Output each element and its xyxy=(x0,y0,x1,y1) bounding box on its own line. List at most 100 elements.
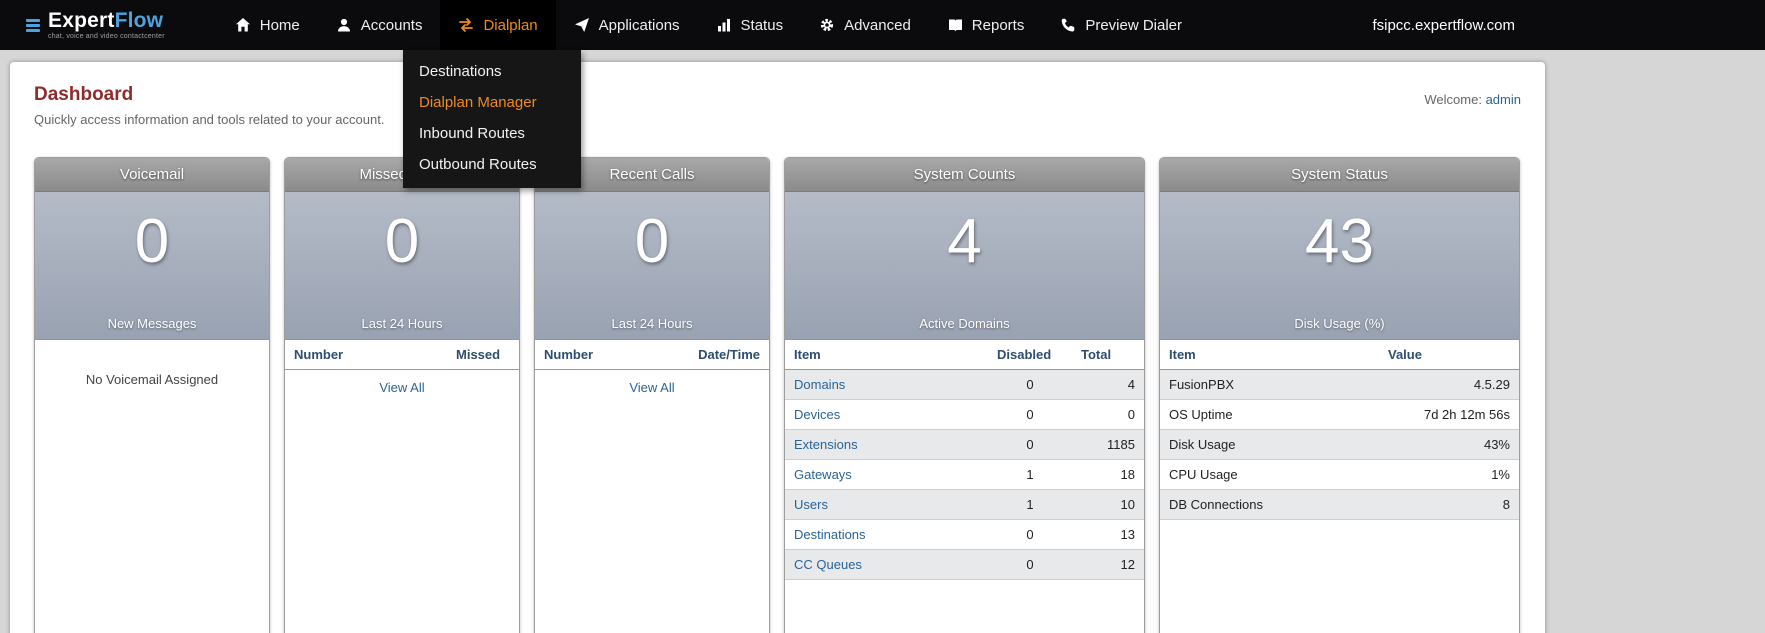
view-all-row: View All xyxy=(535,370,769,406)
welcome-user-link[interactable]: admin xyxy=(1486,92,1521,107)
stat-label: Disk Usage (%) xyxy=(1294,316,1385,331)
stat-label: New Messages xyxy=(107,316,197,331)
system-counts-table: Item Disabled Total Domains 0 4 Devices … xyxy=(785,340,1144,580)
nav-item-preview-dialer[interactable]: Preview Dialer xyxy=(1042,0,1200,50)
voicemail-stat: 0 New Messages xyxy=(35,192,269,340)
table-row: DB Connections 8 xyxy=(1160,489,1519,520)
logo-text: ExpertFlow chat, voice and video contact… xyxy=(48,10,165,40)
stat-label: Last 24 Hours xyxy=(611,316,693,331)
user-icon xyxy=(337,18,350,32)
system-counts-card: System Counts 4 Active Domains Item Disa… xyxy=(784,157,1145,633)
view-all-link[interactable]: View All xyxy=(379,380,424,395)
stat-label: Last 24 Hours xyxy=(361,316,443,331)
column-header-item: Item xyxy=(1160,340,1379,370)
menu-item-destinations[interactable]: Destinations xyxy=(403,56,581,87)
menu-item-inbound-routes[interactable]: Inbound Routes xyxy=(403,118,581,149)
table-row: Domains 0 4 xyxy=(785,369,1144,400)
missed-calls-stat: 0 Last 24 Hours xyxy=(285,192,519,340)
dashboard-panel: Dashboard Quickly access information and… xyxy=(10,62,1545,633)
view-all-link[interactable]: View All xyxy=(629,380,674,395)
table-row: Gateways 1 18 xyxy=(785,459,1144,490)
total-count: 10 xyxy=(1072,489,1144,520)
item-link-extensions[interactable]: Extensions xyxy=(794,437,858,452)
column-header-disabled: Disabled xyxy=(988,340,1072,370)
stat-number: 0 xyxy=(634,207,670,276)
column-header-total: Total xyxy=(1072,340,1144,370)
item-link-gateways[interactable]: Gateways xyxy=(794,467,852,482)
nav-item-label: Applications xyxy=(598,16,680,34)
item-link-domains[interactable]: Domains xyxy=(794,377,845,392)
voicemail-card: Voicemail 0 New Messages No Voicemail As… xyxy=(34,157,270,633)
view-all-row: View All xyxy=(285,370,519,406)
total-count: 4 xyxy=(1072,369,1144,400)
status-value: 7d 2h 12m 56s xyxy=(1379,399,1519,430)
total-count: 1185 xyxy=(1072,429,1144,460)
total-count: 18 xyxy=(1072,459,1144,490)
total-count: 12 xyxy=(1072,549,1144,580)
card-body: Item Disabled Total Domains 0 4 Devices … xyxy=(785,340,1144,580)
table-row: Disk Usage 43% xyxy=(1160,429,1519,460)
item-link-cc-queues[interactable]: CC Queues xyxy=(794,557,862,572)
logo-prefix: Expert xyxy=(48,9,115,32)
column-header-number: Number xyxy=(285,340,447,370)
logo-suffix: Flow xyxy=(114,9,164,32)
column-header-missed: Missed xyxy=(447,340,519,370)
item-link-devices[interactable]: Devices xyxy=(794,407,840,422)
nav-item-label: Reports xyxy=(971,16,1025,34)
home-icon xyxy=(235,18,250,32)
card-body: Number Missed View All xyxy=(285,340,519,406)
dialplan-arrows-icon xyxy=(459,18,474,32)
stat-label: Active Domains xyxy=(919,316,1010,331)
nav-item-applications[interactable]: Applications xyxy=(556,0,698,50)
table-row: Destinations 0 13 xyxy=(785,519,1144,550)
stat-number: 0 xyxy=(134,207,170,276)
disabled-count: 0 xyxy=(988,519,1072,550)
status-value: 4.5.29 xyxy=(1379,369,1519,400)
nav-item-advanced[interactable]: Advanced xyxy=(801,0,929,50)
recent-calls-card: Recent Calls 0 Last 24 Hours Number Date… xyxy=(534,157,770,633)
disabled-count: 1 xyxy=(988,459,1072,490)
dashboard-cards: Voicemail 0 New Messages No Voicemail As… xyxy=(34,157,1521,633)
menu-item-dialplan-manager[interactable]: Dialplan Manager xyxy=(403,87,581,118)
system-status-card: System Status 43 Disk Usage (%) Item Val… xyxy=(1159,157,1520,633)
disabled-count: 0 xyxy=(988,399,1072,430)
status-item: DB Connections xyxy=(1160,489,1379,520)
dialplan-dropdown-menu: Destinations Dialplan Manager Inbound Ro… xyxy=(403,50,581,188)
page-subtitle: Quickly access information and tools rel… xyxy=(34,112,385,127)
table-row: Users 1 10 xyxy=(785,489,1144,520)
table-row: CC Queues 0 12 xyxy=(785,549,1144,580)
nav-item-home[interactable]: Home xyxy=(217,0,318,50)
stat-number: 43 xyxy=(1305,207,1374,276)
table-row: OS Uptime 7d 2h 12m 56s xyxy=(1160,399,1519,430)
welcome-text: Welcome: admin xyxy=(1424,92,1521,107)
nav-item-label: Dialplan xyxy=(483,16,538,34)
no-voicemail-text: No Voicemail Assigned xyxy=(85,372,219,387)
recent-calls-stat: 0 Last 24 Hours xyxy=(535,192,769,340)
table-row: FusionPBX 4.5.29 xyxy=(1160,369,1519,400)
missed-calls-table: Number Missed xyxy=(285,340,519,370)
expertflow-logo[interactable]: ExpertFlow chat, voice and video contact… xyxy=(26,10,165,40)
nav-item-status[interactable]: Status xyxy=(698,0,802,50)
status-value: 8 xyxy=(1379,489,1519,520)
page-title-block: Dashboard Quickly access information and… xyxy=(34,84,384,127)
item-link-users[interactable]: Users xyxy=(794,497,828,512)
item-link-destinations[interactable]: Destinations xyxy=(794,527,866,542)
phone-icon xyxy=(1062,18,1075,32)
nav-item-reports[interactable]: Reports xyxy=(929,0,1043,50)
status-item: OS Uptime xyxy=(1160,399,1379,430)
menu-item-outbound-routes[interactable]: Outbound Routes xyxy=(403,149,581,180)
main-nav: Home Accounts Dialplan Applications Stat… xyxy=(217,0,1200,50)
nav-item-dialplan[interactable]: Dialplan xyxy=(440,0,556,50)
nav-item-accounts[interactable]: Accounts xyxy=(318,0,441,50)
book-icon xyxy=(948,19,962,32)
disabled-count: 0 xyxy=(988,429,1072,460)
welcome-label: Welcome: xyxy=(1424,92,1482,107)
top-navbar: ExpertFlow chat, voice and video contact… xyxy=(0,0,1765,50)
column-header-datetime: Date/Time xyxy=(689,340,769,370)
table-row: CPU Usage 1% xyxy=(1160,459,1519,490)
card-body: Number Date/Time View All xyxy=(535,340,769,406)
nav-item-label: Status xyxy=(740,16,784,34)
card-title: System Status xyxy=(1160,158,1519,192)
logo-tagline: chat, voice and video contactcenter xyxy=(48,33,165,40)
table-row: Extensions 0 1185 xyxy=(785,429,1144,460)
